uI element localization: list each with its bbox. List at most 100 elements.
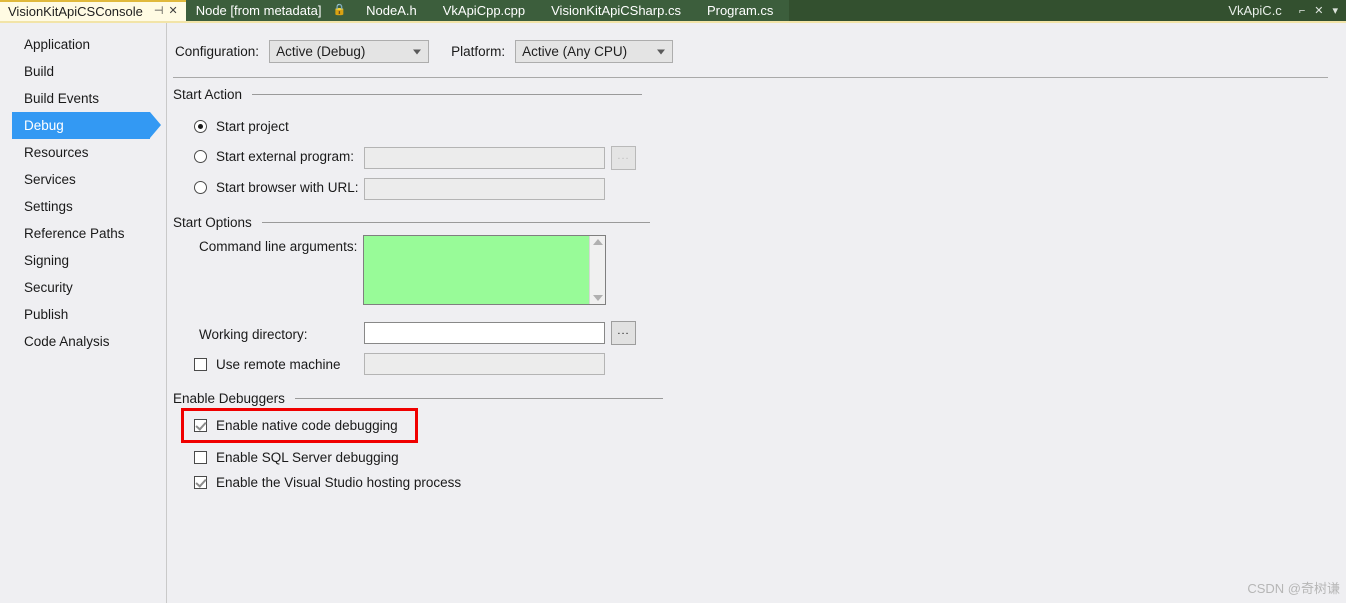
- enable-sql-server-debugging-label: Enable SQL Server debugging: [216, 450, 399, 465]
- use-remote-machine-row[interactable]: Use remote machine: [194, 357, 341, 372]
- command-line-arguments-label: Command line arguments:: [199, 239, 358, 254]
- configuration-value: Active (Debug): [276, 44, 366, 59]
- chevron-down-icon: [657, 49, 666, 54]
- editor-tab-bar: VisionKitApiCSConsole ⊣ ✕ Node [from met…: [0, 0, 1346, 21]
- sidebar-item-label: Reference Paths: [24, 226, 125, 241]
- command-line-arguments-field[interactable]: [363, 235, 606, 305]
- start-external-program-label: Start external program:: [216, 149, 355, 164]
- tab-label: Program.cs: [706, 3, 774, 18]
- header-divider: [173, 77, 1328, 78]
- close-icon[interactable]: ✕: [1314, 4, 1323, 17]
- command-line-arguments-scrollbar[interactable]: [589, 236, 605, 304]
- sidebar-item-build-events[interactable]: Build Events: [0, 85, 166, 112]
- sidebar-item-resources[interactable]: Resources: [0, 139, 166, 166]
- start-browser-url-input[interactable]: [364, 178, 605, 200]
- enable-debuggers-group: Enable Debuggers: [173, 391, 663, 406]
- tab-label: VkApiCpp.cpp: [442, 3, 526, 18]
- scroll-up-icon[interactable]: [592, 239, 603, 245]
- sidebar-item-label: Signing: [24, 253, 70, 268]
- scroll-down-icon[interactable]: [592, 295, 603, 301]
- sidebar-item-publish[interactable]: Publish: [0, 301, 166, 328]
- close-icon[interactable]: ✕: [168, 1, 177, 22]
- tab-label: VisionKitApiCSConsole: [8, 4, 143, 19]
- use-remote-machine-checkbox[interactable]: [194, 358, 207, 371]
- tab-program-cs[interactable]: Program.cs: [696, 0, 790, 21]
- enable-sql-server-debugging-checkbox[interactable]: [194, 451, 207, 464]
- group-divider: [252, 94, 643, 95]
- chevron-down-icon[interactable]: ▾: [1332, 4, 1338, 17]
- start-external-program-browse-button[interactable]: ...: [611, 146, 636, 170]
- sidebar-item-signing[interactable]: Signing: [0, 247, 166, 274]
- platform-value: Active (Any CPU): [522, 44, 628, 59]
- tab-visionkitapicsconsole[interactable]: VisionKitApiCSConsole ⊣ ✕: [0, 0, 186, 21]
- platform-dropdown[interactable]: Active (Any CPU): [515, 40, 674, 63]
- start-external-program-radio[interactable]: [194, 150, 207, 163]
- selection-arrow-icon: [150, 112, 161, 138]
- ellipsis-icon: ...: [617, 149, 630, 162]
- ellipsis-icon: ...: [617, 324, 630, 337]
- start-browser-url-row[interactable]: Start browser with URL:: [194, 180, 359, 195]
- configuration-dropdown[interactable]: Active (Debug): [269, 40, 430, 63]
- chevron-down-icon: [413, 49, 422, 54]
- tab-vkapicpp-cpp[interactable]: VkApiCpp.cpp: [432, 0, 542, 21]
- start-external-program-input[interactable]: [364, 147, 605, 169]
- debug-settings-pane: Configuration: Active (Debug) Platform: …: [168, 23, 1346, 603]
- enable-native-code-debugging-row[interactable]: Enable native code debugging: [194, 418, 398, 433]
- sidebar-item-label: Security: [24, 280, 73, 295]
- group-divider: [261, 222, 650, 223]
- tab-nodea-h[interactable]: NodeA.h: [356, 0, 433, 21]
- start-browser-url-label: Start browser with URL:: [216, 180, 359, 195]
- platform-label: Platform:: [451, 44, 506, 59]
- tab-bar-filler: [789, 0, 1229, 21]
- sidebar-item-label: Debug: [24, 118, 64, 133]
- group-divider: [294, 398, 663, 399]
- working-directory-input[interactable]: [364, 322, 605, 344]
- start-browser-url-radio[interactable]: [194, 181, 207, 194]
- vs-project-properties-window: VisionKitApiCSConsole ⊣ ✕ Node [from met…: [0, 0, 1346, 603]
- pin-icon[interactable]: ⊣: [154, 1, 164, 22]
- enable-sql-server-debugging-row[interactable]: Enable SQL Server debugging: [194, 450, 399, 465]
- sidebar-item-label: Build Events: [24, 91, 100, 106]
- command-line-arguments-input[interactable]: [364, 236, 589, 304]
- enable-vs-hosting-process-row[interactable]: Enable the Visual Studio hosting process: [194, 475, 461, 490]
- sidebar-item-label: Application: [24, 37, 91, 52]
- sidebar-item-application[interactable]: Application: [0, 31, 166, 58]
- sidebar-item-reference-paths[interactable]: Reference Paths: [0, 220, 166, 247]
- properties-sidebar: Application Build Build Events Debug Res…: [0, 23, 167, 603]
- start-options-group: Start Options: [173, 215, 650, 230]
- start-project-radio[interactable]: [194, 120, 207, 133]
- tab-vkapic-c-group[interactable]: VkApiC.c ⌐ ✕ ▾: [1228, 0, 1346, 21]
- sidebar-item-build[interactable]: Build: [0, 58, 166, 85]
- sidebar-item-services[interactable]: Services: [0, 166, 166, 193]
- configuration-label: Configuration:: [175, 44, 260, 59]
- tab-visionkitapicsharp-cs[interactable]: VisionKitApiCSharp.cs: [541, 0, 697, 21]
- start-action-group: Start Action: [173, 87, 643, 102]
- start-options-heading: Start Options: [173, 215, 650, 230]
- sidebar-item-label: Code Analysis: [24, 334, 110, 349]
- tab-label: VisionKitApiCSharp.cs: [551, 3, 681, 18]
- configuration-row: Configuration: Active (Debug) Platform: …: [175, 40, 674, 63]
- sidebar-item-settings[interactable]: Settings: [0, 193, 166, 220]
- sidebar-item-security[interactable]: Security: [0, 274, 166, 301]
- start-project-radio-row[interactable]: Start project: [194, 119, 289, 134]
- group-title: Enable Debuggers: [173, 391, 285, 406]
- working-directory-label: Working directory:: [199, 327, 308, 342]
- sidebar-item-label: Resources: [24, 145, 89, 160]
- sidebar-item-label: Publish: [24, 307, 69, 322]
- csdn-watermark: CSDN @奇树谦: [1247, 581, 1340, 596]
- enable-vs-hosting-process-checkbox[interactable]: [194, 476, 207, 489]
- start-action-heading: Start Action: [173, 87, 643, 102]
- sidebar-item-label: Services: [24, 172, 76, 187]
- pin-icon[interactable]: ⌐: [1299, 5, 1305, 17]
- working-directory-browse-button[interactable]: ...: [611, 321, 636, 345]
- tab-node-from-metadata[interactable]: Node [from metadata] 🔒: [185, 0, 357, 21]
- enable-debuggers-heading: Enable Debuggers: [173, 391, 663, 406]
- enable-native-code-debugging-label: Enable native code debugging: [216, 418, 398, 433]
- sidebar-item-code-analysis[interactable]: Code Analysis: [0, 328, 166, 355]
- enable-native-code-debugging-checkbox[interactable]: [194, 419, 207, 432]
- sidebar-item-label: Settings: [24, 199, 73, 214]
- group-title: Start Options: [173, 215, 252, 230]
- sidebar-item-debug[interactable]: Debug: [12, 112, 161, 139]
- start-external-program-row[interactable]: Start external program:: [194, 149, 354, 164]
- remote-machine-input[interactable]: [364, 353, 605, 375]
